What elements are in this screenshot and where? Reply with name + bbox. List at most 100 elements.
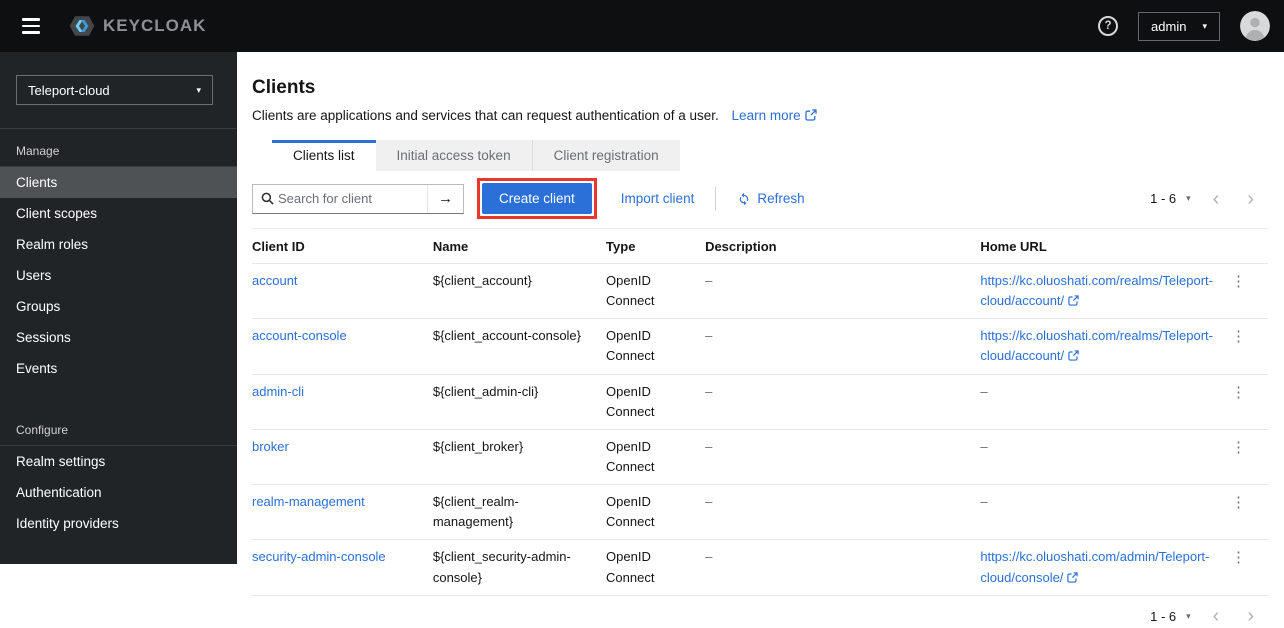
client-description: – (705, 264, 980, 319)
keycloak-logo-icon (68, 12, 96, 40)
tabs: Clients list Initial access token Client… (272, 140, 1268, 171)
client-id-link[interactable]: account (252, 273, 298, 288)
client-description: – (705, 319, 980, 374)
column-header-home-url: Home URL (980, 229, 1225, 264)
user-avatar-icon (1240, 11, 1270, 41)
topbar: KEYCLOAK ? admin ▾ (0, 0, 1284, 52)
sidebar: Teleport-cloud ▾ Manage Clients Client s… (0, 52, 237, 564)
nav-section-configure: Configure Realm settings Authentication … (0, 408, 237, 539)
home-url-empty: – (980, 429, 1225, 484)
import-client-link[interactable]: Import client (621, 191, 695, 206)
tab-client-registration[interactable]: Client registration (532, 140, 680, 171)
pagination-range-dropdown[interactable]: 1 - 6 ▾ (1142, 187, 1199, 210)
client-id-link[interactable]: broker (252, 439, 289, 454)
client-type: OpenID Connect (606, 540, 705, 595)
client-id-link[interactable]: security-admin-console (252, 549, 386, 564)
nav-section-title: Configure (0, 408, 237, 445)
client-type: OpenID Connect (606, 429, 705, 484)
home-url-link[interactable]: https://kc.oluoshati.com/admin/Teleport-… (980, 549, 1209, 584)
client-description: – (705, 485, 980, 540)
sidebar-item-identity-providers[interactable]: Identity providers (0, 508, 237, 539)
row-actions-kebab-icon[interactable]: ⋮ (1225, 382, 1252, 404)
client-description: – (705, 540, 980, 595)
sidebar-item-authentication[interactable]: Authentication (0, 477, 237, 508)
sidebar-item-groups[interactable]: Groups (0, 291, 237, 322)
row-actions-kebab-icon[interactable]: ⋮ (1225, 271, 1252, 293)
client-id-link[interactable]: realm-management (252, 494, 365, 509)
chevron-down-icon: ▾ (1186, 611, 1191, 622)
chevron-down-icon: ▾ (1186, 193, 1191, 204)
clients-table: Client ID Name Type Description Home URL… (252, 229, 1268, 596)
home-url-empty: – (980, 485, 1225, 540)
home-url-link[interactable]: https://kc.oluoshati.com/realms/Teleport… (980, 273, 1213, 308)
search-submit-arrow-icon[interactable]: → (427, 185, 463, 213)
column-header-name: Name (433, 229, 606, 264)
pagination-prev-button[interactable]: ‹ (1199, 189, 1234, 209)
user-name: admin (1151, 19, 1186, 34)
search-icon (253, 192, 278, 205)
home-url-link[interactable]: https://kc.oluoshati.com/realms/Teleport… (980, 328, 1213, 363)
nav-section-title: Manage (0, 129, 237, 166)
row-actions-kebab-icon[interactable]: ⋮ (1225, 547, 1252, 569)
help-icon[interactable]: ? (1098, 16, 1118, 36)
client-name: ${client_broker} (433, 429, 606, 484)
chevron-down-icon: ▾ (196, 85, 201, 96)
chevron-down-icon: ▾ (1202, 21, 1207, 32)
page-description: Clients are applications and services th… (252, 108, 1268, 123)
page-title: Clients (252, 77, 1268, 99)
client-description: – (705, 429, 980, 484)
client-id-link[interactable]: admin-cli (252, 384, 304, 399)
current-realm-label: Teleport-cloud (28, 83, 110, 98)
create-client-button[interactable]: Create client (482, 183, 592, 214)
sidebar-item-clients[interactable]: Clients (0, 167, 237, 198)
tab-initial-access-token[interactable]: Initial access token (376, 140, 532, 171)
nav-section-manage: Manage Clients Client scopes Realm roles… (0, 129, 237, 384)
avatar[interactable] (1240, 11, 1270, 41)
keycloak-logo: KEYCLOAK (68, 12, 206, 40)
sidebar-item-users[interactable]: Users (0, 260, 237, 291)
tab-clients-list[interactable]: Clients list (272, 140, 376, 171)
pagination-next-button[interactable]: › (1233, 189, 1268, 209)
client-type: OpenID Connect (606, 374, 705, 429)
refresh-button[interactable]: Refresh (737, 191, 804, 206)
pagination-top: 1 - 6 ▾ ‹ › (1142, 187, 1268, 210)
client-description: – (705, 374, 980, 429)
pagination-next-button[interactable]: › (1233, 606, 1268, 626)
row-actions-kebab-icon[interactable]: ⋮ (1225, 492, 1252, 514)
pagination-bottom: 1 - 6 ▾ ‹ › (1142, 605, 1268, 628)
user-menu-dropdown[interactable]: admin ▾ (1138, 12, 1220, 41)
client-name: ${client_admin-cli} (433, 374, 606, 429)
sidebar-spacer (0, 384, 237, 408)
page-description-text: Clients are applications and services th… (252, 108, 719, 123)
pagination-prev-button[interactable]: ‹ (1199, 606, 1234, 626)
client-name: ${client_account} (433, 264, 606, 319)
sidebar-item-sessions[interactable]: Sessions (0, 322, 237, 353)
sidebar-item-client-scopes[interactable]: Client scopes (0, 198, 237, 229)
table-row: security-admin-console ${client_security… (252, 540, 1268, 595)
column-header-type: Type (606, 229, 705, 264)
brand-text: KEYCLOAK (103, 16, 206, 36)
table-header-row: Client ID Name Type Description Home URL (252, 229, 1268, 264)
pagination-range-dropdown[interactable]: 1 - 6 ▾ (1142, 605, 1199, 628)
client-id-link[interactable]: account-console (252, 328, 347, 343)
external-link-icon (1068, 350, 1079, 361)
client-type: OpenID Connect (606, 264, 705, 319)
external-link-icon (1067, 572, 1078, 583)
hamburger-menu-icon[interactable] (18, 12, 44, 39)
client-name: ${client_security-admin-console} (433, 540, 606, 595)
row-actions-kebab-icon[interactable]: ⋮ (1225, 326, 1252, 348)
sidebar-item-events[interactable]: Events (0, 353, 237, 384)
sidebar-item-realm-roles[interactable]: Realm roles (0, 229, 237, 260)
pagination-bottom-wrap: 1 - 6 ▾ ‹ › (252, 605, 1268, 628)
client-name: ${client_realm-management} (433, 485, 606, 540)
row-actions-kebab-icon[interactable]: ⋮ (1225, 437, 1252, 459)
annotation-highlight-box: Create client (477, 178, 597, 219)
external-link-icon (805, 109, 817, 121)
table-row: realm-management ${client_realm-manageme… (252, 485, 1268, 540)
sidebar-item-realm-settings[interactable]: Realm settings (0, 446, 237, 477)
learn-more-link[interactable]: Learn more (732, 108, 817, 123)
table-row: admin-cli ${client_admin-cli} OpenID Con… (252, 374, 1268, 429)
topbar-actions: ? admin ▾ (1098, 11, 1270, 41)
realm-selector-dropdown[interactable]: Teleport-cloud ▾ (16, 75, 213, 105)
search-input[interactable] (278, 191, 427, 206)
